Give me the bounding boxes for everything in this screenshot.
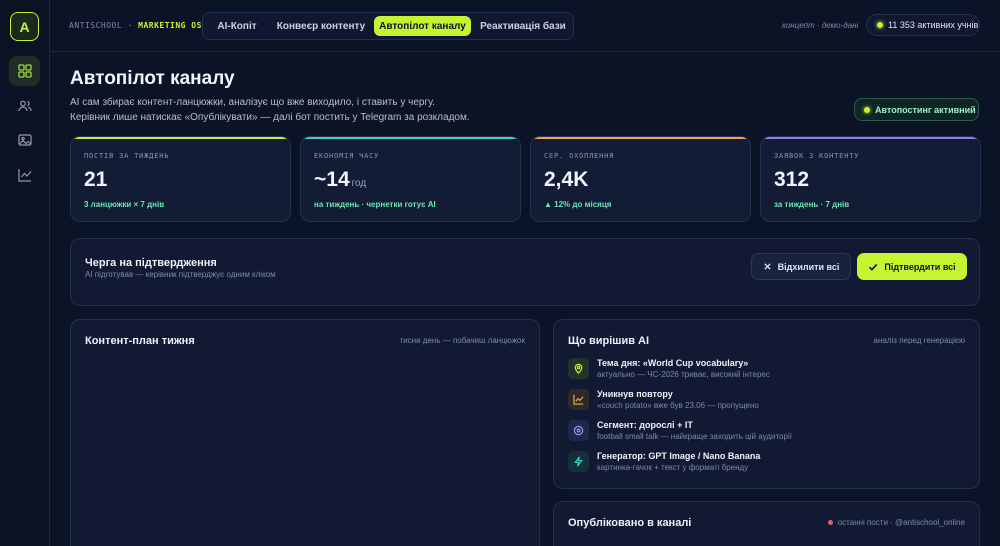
ai-decision-item: Генератор: GPT Image / Nano Banana карти… bbox=[568, 451, 968, 477]
chart-icon bbox=[17, 169, 31, 182]
live-dot-icon bbox=[827, 520, 833, 525]
stat-accent-bar bbox=[301, 137, 520, 139]
published-hint: останні пости · @antischool_online bbox=[827, 518, 965, 527]
stat-card-time-saved: ЕКОНОМІЯ ЧАСУ ~14 год на тиждень · чернет… bbox=[300, 136, 521, 222]
ai-decision-icon-box bbox=[568, 420, 589, 441]
top-bar: ANTISCHOOL · MARKETING OS AI-Копіт Конве… bbox=[51, 0, 1000, 52]
content-plan-panel: Контент-план тижня тисни день — побачиш … bbox=[70, 319, 540, 546]
brand-prefix: ANTISCHOOL · bbox=[69, 21, 133, 30]
stat-accent-bar bbox=[761, 137, 980, 139]
stat-label: СЕР. ОХОПЛЕННЯ bbox=[544, 152, 615, 160]
queue-title: Черга на підтвердження bbox=[85, 257, 217, 269]
brand: ANTISCHOOL · MARKETING OS bbox=[69, 21, 202, 30]
demo-note: концепт · демо-дані bbox=[782, 21, 859, 30]
stat-accent-bar bbox=[71, 137, 290, 139]
pin-icon bbox=[574, 363, 583, 374]
stat-value: 2,4K bbox=[544, 168, 589, 191]
ai-decision-title: Уникнув повтору bbox=[597, 389, 673, 399]
ai-decision-title: Тема дня: «World Cup vocabulary» bbox=[597, 358, 749, 368]
stat-value: 21 bbox=[84, 168, 108, 191]
stat-note: за тиждень · 7 днів bbox=[774, 200, 850, 209]
sidebar-item-dashboard[interactable] bbox=[9, 56, 40, 86]
stat-card-reach: СЕР. ОХОПЛЕННЯ 2,4K ▲ 12% до місяця bbox=[530, 136, 751, 222]
stat-card-posts: ПОСТІВ ЗА ТИЖДЕНЬ 21 3 ланцюжки × 7 днів bbox=[70, 136, 291, 222]
stat-card-leads: ЗАЯВОК З КОНТЕНТУ 312 за тиждень · 7 дні… bbox=[760, 136, 981, 222]
tab-base-reactivation[interactable]: Реактивація бази bbox=[475, 16, 571, 36]
active-students-count: 11 353 активних учнів bbox=[888, 20, 979, 30]
ai-decisions-panel: Що вирішив AI аналіз перед генерацією Те… bbox=[553, 319, 980, 489]
trend-icon bbox=[573, 394, 584, 405]
bolt-icon bbox=[574, 456, 583, 467]
close-icon bbox=[763, 263, 771, 270]
tab-bar: AI-Копіт Конвеєр контенту Автопілот кана… bbox=[202, 12, 574, 40]
active-students-badge: 11 353 активних учнів bbox=[866, 14, 980, 36]
published-title: Опубліковано в каналі bbox=[568, 517, 692, 529]
sidebar-item-analytics[interactable] bbox=[9, 160, 40, 190]
sidebar: A bbox=[0, 0, 50, 546]
sidebar-item-users[interactable] bbox=[9, 91, 40, 121]
tab-content-pipeline[interactable]: Конвеєр контенту bbox=[271, 16, 371, 36]
page-title: Автопілот каналу bbox=[70, 68, 235, 89]
approve-all-label: Підтвердити всі bbox=[884, 261, 956, 272]
app-logo[interactable]: A bbox=[10, 12, 39, 41]
stat-value: ~14 год bbox=[314, 168, 367, 191]
stat-note: ▲ 12% до місяця bbox=[544, 200, 612, 209]
published-hint-text: останні пости · @antischool_online bbox=[837, 518, 965, 527]
reject-all-button[interactable]: Відхилити всі bbox=[751, 253, 851, 280]
ai-decision-title: Генератор: GPT Image / Nano Banana bbox=[597, 451, 761, 461]
approval-queue-panel: Черга на підтвердження AI підготував — к… bbox=[70, 238, 980, 306]
brand-highlight: MARKETING OS bbox=[138, 21, 202, 30]
content-plan-hint: тисни день — побачиш ланцюжок bbox=[399, 336, 525, 345]
subtitle-line-1: AI сам збирає контент-ланцюжки, аналізує… bbox=[70, 97, 435, 108]
ai-decision-item: Сегмент: дорослі + IT football small tal… bbox=[568, 420, 968, 446]
published-panel: Опубліковано в каналі останні пости · @a… bbox=[553, 501, 980, 546]
approve-all-button[interactable]: Підтвердити всі bbox=[857, 253, 967, 280]
queue-subtitle: AI підготував — керівник підтверджує одн… bbox=[85, 270, 276, 279]
ai-decision-icon-box bbox=[568, 451, 589, 472]
ai-decision-title: Сегмент: дорослі + IT bbox=[597, 420, 693, 430]
ai-decision-subtitle: актуально — ЧС-2026 триває, високий інте… bbox=[597, 370, 770, 379]
stat-label: ЗАЯВОК З КОНТЕНТУ bbox=[774, 152, 860, 160]
stat-note: на тиждень · чернетки готує AI bbox=[314, 200, 436, 209]
image-icon bbox=[17, 134, 32, 146]
stat-label: ПОСТІВ ЗА ТИЖДЕНЬ bbox=[84, 152, 170, 160]
stat-label: ЕКОНОМІЯ ЧАСУ bbox=[314, 152, 380, 160]
stat-value: 312 bbox=[774, 168, 810, 191]
status-dot-icon bbox=[877, 22, 883, 28]
ai-decision-icon-box bbox=[568, 389, 589, 410]
target-icon bbox=[573, 425, 584, 436]
ai-decision-icon-box bbox=[568, 358, 589, 379]
stat-accent-bar bbox=[531, 137, 750, 139]
ai-decision-subtitle: football small talk — найкраще заходить … bbox=[597, 432, 792, 441]
subtitle-line-2: Керівник лише натискає «Опублікувати» — … bbox=[70, 112, 470, 123]
status-dot-icon bbox=[864, 106, 870, 113]
sidebar-item-media[interactable] bbox=[9, 125, 40, 155]
users-icon bbox=[17, 100, 32, 112]
ai-decision-item: Уникнув повтору «couch potato» вже був 2… bbox=[568, 389, 968, 415]
autopost-status-label: Автопостинг активний bbox=[875, 104, 976, 115]
content-plan-title: Контент-план тижня bbox=[85, 335, 195, 347]
tab-ai-copilot[interactable]: AI-Копіт bbox=[207, 16, 267, 36]
ai-decision-subtitle: «couch potato» вже був 23.06 — пропущено bbox=[597, 401, 759, 410]
page-subtitle: AI сам збирає контент-ланцюжки, аналізує… bbox=[70, 95, 470, 125]
reject-all-label: Відхилити всі bbox=[777, 261, 840, 272]
check-icon bbox=[869, 263, 878, 271]
dashboard-icon bbox=[17, 64, 32, 78]
ai-decision-item: Тема дня: «World Cup vocabulary» актуаль… bbox=[568, 358, 968, 384]
stat-note: 3 ланцюжки × 7 днів bbox=[84, 200, 165, 209]
ai-decision-subtitle: картинка-гачок + текст у форматі бренду bbox=[597, 463, 749, 472]
ai-decisions-hint: аналіз перед генерацією bbox=[873, 336, 965, 345]
tab-channel-autopilot[interactable]: Автопілот каналу bbox=[374, 16, 471, 36]
autopost-status-badge: Автопостинг активний bbox=[854, 98, 979, 121]
ai-decisions-title: Що вирішив AI bbox=[568, 335, 650, 347]
